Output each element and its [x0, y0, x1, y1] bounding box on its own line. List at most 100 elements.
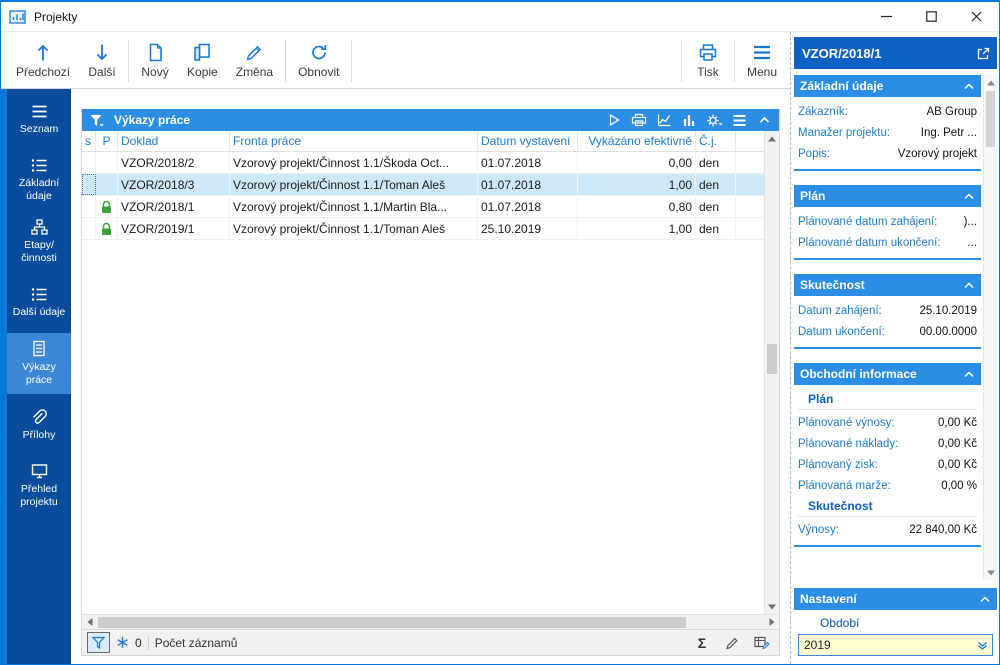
section-header[interactable]: Nastavení: [794, 588, 997, 610]
sidebar-item-zakladni-udaje[interactable]: Základní údaje: [7, 150, 71, 211]
scrollbar-thumb[interactable]: [98, 616, 686, 628]
close-button[interactable]: [954, 2, 999, 31]
cell-fronta[interactable]: Vzorový projekt/Činnost 1.1/Toman Aleš: [230, 174, 478, 195]
cell-vykazano[interactable]: 1,00: [578, 174, 696, 195]
scroll-right-arrow-icon[interactable]: [764, 618, 779, 626]
refresh-button[interactable]: Obnovit: [289, 36, 348, 86]
collapse-chevron-icon[interactable]: [963, 280, 975, 291]
sidebar-item-vykazy-prace[interactable]: Výkazy práce: [7, 333, 71, 394]
scroll-up-arrow-icon[interactable]: [765, 131, 779, 146]
cell-cj[interactable]: den: [696, 174, 736, 195]
asterisk-icon[interactable]: [116, 636, 129, 649]
cell-fronta[interactable]: Vzorový projekt/Činnost 1.1/Martin Bla..…: [230, 196, 478, 217]
maximize-button[interactable]: [909, 2, 954, 31]
next-button[interactable]: Další: [79, 36, 125, 86]
cell-datum[interactable]: 25.10.2019: [478, 218, 578, 239]
print-button[interactable]: Tisk: [685, 36, 731, 86]
new-document-icon: [147, 43, 164, 62]
cell-doklad[interactable]: VZOR/2019/1: [118, 218, 230, 239]
scroll-down-arrow-icon[interactable]: [984, 565, 997, 580]
cell-doklad[interactable]: VZOR/2018/1: [118, 196, 230, 217]
column-header-fronta[interactable]: Fronta práce: [230, 131, 478, 151]
bar-chart-icon[interactable]: [679, 111, 699, 129]
cell-vykazano[interactable]: 0,00: [578, 152, 696, 173]
sidebar-item-seznam[interactable]: Seznam: [7, 89, 71, 150]
column-header-s[interactable]: s: [82, 131, 96, 151]
previous-button[interactable]: Předchozí: [7, 36, 79, 86]
line-chart-icon[interactable]: [654, 111, 674, 129]
copy-button[interactable]: Kopie: [178, 36, 227, 86]
new-button[interactable]: Nový: [132, 36, 178, 86]
scroll-up-arrow-icon[interactable]: [984, 75, 997, 90]
sidebar-item-etapy-cinnosti[interactable]: Etapy/činnosti: [7, 211, 71, 272]
row-indicator-cell[interactable]: [82, 174, 96, 195]
settings-gear-icon[interactable]: [704, 111, 724, 129]
app-window: Projekty Předchozí Další Nový Kopie Změn…: [0, 0, 1000, 665]
sidebar-item-prilohy[interactable]: Přílohy: [7, 394, 71, 455]
row-indicator-cell[interactable]: [82, 196, 96, 217]
sidebar-item-prehled-projektu[interactable]: Přehled projektu: [7, 455, 71, 516]
change-button[interactable]: Změna: [227, 36, 282, 86]
column-header-cj[interactable]: Č.j.: [696, 131, 736, 151]
detail-scrollbar[interactable]: [983, 75, 997, 580]
table-row[interactable]: VZOR/2018/2 Vzorový projekt/Činnost 1.1/…: [82, 152, 764, 174]
cell-doklad[interactable]: VZOR/2018/3: [118, 174, 230, 195]
cell-datum[interactable]: 01.07.2018: [478, 196, 578, 217]
sum-icon[interactable]: Σ: [690, 632, 714, 653]
row-indicator-cell[interactable]: [82, 152, 96, 173]
bulleted-list-icon: [31, 158, 48, 173]
horizontal-scrollbar[interactable]: [82, 614, 779, 629]
run-icon[interactable]: [604, 111, 624, 129]
open-in-window-icon[interactable]: [976, 46, 991, 61]
cell-cj[interactable]: den: [696, 218, 736, 239]
table-edit-icon[interactable]: [750, 632, 774, 653]
cell-doklad[interactable]: VZOR/2018/2: [118, 152, 230, 173]
section-header[interactable]: Základní údaje: [794, 75, 981, 97]
collapse-chevron-icon[interactable]: [979, 594, 991, 605]
cell-vykazano[interactable]: 1,00: [578, 218, 696, 239]
table-row[interactable]: VZOR/2018/1 Vzorový projekt/Činnost 1.1/…: [82, 196, 764, 218]
section-obchodni-informace: Obchodní informace Plán Plánované výnosy…: [794, 363, 981, 547]
cell-cj[interactable]: den: [696, 196, 736, 217]
edit-pencil-icon[interactable]: [720, 632, 744, 653]
cell-cj[interactable]: den: [696, 152, 736, 173]
column-header-doklad[interactable]: Doklad: [118, 131, 230, 151]
cell-datum[interactable]: 01.07.2018: [478, 152, 578, 173]
obdobi-combobox[interactable]: 2019: [798, 634, 993, 656]
cell-fronta[interactable]: Vzorový projekt/Činnost 1.1/Toman Aleš: [230, 218, 478, 239]
cell-datum[interactable]: 01.07.2018: [478, 174, 578, 195]
sidebar-item-dalsi-udaje[interactable]: Další údaje: [7, 272, 71, 333]
print-icon[interactable]: [629, 111, 649, 129]
vertical-scrollbar[interactable]: [764, 131, 779, 614]
scroll-left-arrow-icon[interactable]: [82, 618, 97, 626]
column-header-datum[interactable]: Datum vystavení: [478, 131, 578, 151]
collapse-chevron-icon[interactable]: [754, 111, 774, 129]
section-header[interactable]: Plán: [794, 185, 981, 207]
scrollbar-thumb[interactable]: [986, 91, 995, 147]
grid-menu-icon[interactable]: [729, 111, 749, 129]
section-header[interactable]: Obchodní informace: [794, 363, 981, 385]
row-indicator-cell[interactable]: [82, 218, 96, 239]
table-row[interactable]: VZOR/2019/1 Vzorový projekt/Činnost 1.1/…: [82, 218, 764, 240]
cell-fronta[interactable]: Vzorový projekt/Činnost 1.1/Škoda Oct...: [230, 152, 478, 173]
column-header-vykazano[interactable]: Vykázáno efektivně: [578, 131, 696, 151]
cell-vykazano[interactable]: 0,80: [578, 196, 696, 217]
scroll-down-arrow-icon[interactable]: [765, 599, 779, 614]
collapse-chevron-icon[interactable]: [963, 369, 975, 380]
column-header-p[interactable]: P: [96, 131, 118, 151]
filter-toggle-button[interactable]: [87, 632, 110, 653]
field-planovane-naklady: Plánované náklady: 0,00 Kč: [798, 437, 977, 450]
sidebar-item-label: Další údaje: [12, 305, 66, 318]
scrollbar-thumb[interactable]: [767, 343, 777, 374]
field-planovana-marze: Plánovaná marže: 0,00 %: [798, 479, 977, 492]
section-header[interactable]: Skutečnost: [794, 274, 981, 296]
collapse-chevron-icon[interactable]: [963, 191, 975, 202]
collapse-chevron-icon[interactable]: [963, 81, 975, 92]
table-row-selected[interactable]: VZOR/2018/3 Vzorový projekt/Činnost 1.1/…: [82, 174, 764, 196]
field-zakaznik: Zákazník: AB Group: [798, 105, 977, 118]
menu-button[interactable]: Menu: [738, 36, 786, 86]
dropdown-chevron-icon[interactable]: [972, 635, 992, 655]
minimize-button[interactable]: [864, 2, 909, 31]
filter-funnel-icon[interactable]: [87, 111, 107, 129]
refresh-label: Obnovit: [298, 65, 340, 79]
